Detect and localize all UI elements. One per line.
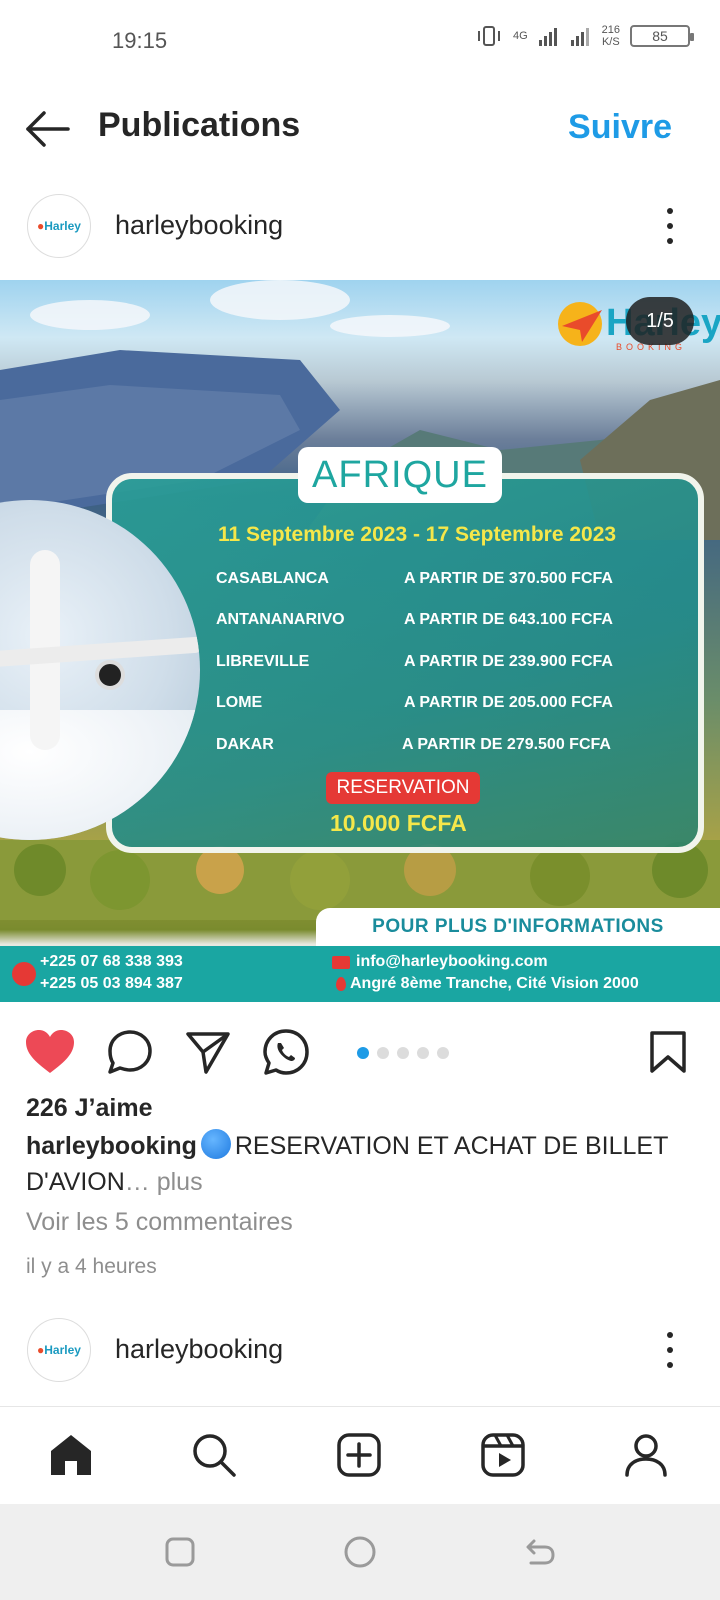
fare-price: A PARTIR DE 205.000 FCFA (404, 694, 613, 711)
back-arrow-icon (26, 111, 70, 147)
send-icon (186, 1032, 230, 1074)
circle-icon (344, 1536, 376, 1568)
back-return-icon (526, 1539, 555, 1565)
promo-title: AFRIQUE (298, 447, 502, 503)
carousel-dot (437, 1047, 449, 1059)
post-username[interactable]: harleybooking (115, 210, 283, 241)
cloud (330, 315, 450, 337)
slide-counter: 1/5 (626, 297, 694, 345)
follow-button[interactable]: Suivre (568, 108, 672, 147)
home-icon (51, 1435, 91, 1475)
network-type: 4G (512, 30, 528, 42)
post-image[interactable]: Harley BOOKING 1/5 AFRIQUE 11 Septembre … (0, 280, 720, 1002)
vibrate-icon (477, 26, 500, 46)
comment-button[interactable] (102, 1024, 158, 1080)
nav-search[interactable] (186, 1427, 242, 1483)
info-strip: POUR PLUS D'INFORMATIONS (316, 908, 720, 946)
fare-price: A PARTIR DE 370.500 FCFA (404, 570, 613, 587)
save-button[interactable] (640, 1024, 696, 1080)
fare-city: LIBREVILLE (216, 653, 310, 670)
caption-username[interactable]: harleybooking (26, 1132, 197, 1160)
avatar-logo: ●Harley (37, 219, 81, 233)
reservation-badge: RESERVATION (326, 772, 480, 804)
status-indicators: 4G 216 K/S 85 (475, 24, 694, 48)
nav-reels[interactable] (475, 1427, 531, 1483)
more-options-button[interactable] (660, 208, 680, 244)
carousel-dot (377, 1047, 389, 1059)
home-system-button[interactable] (340, 1532, 380, 1572)
blue-circle-emoji-icon (200, 1129, 231, 1159)
email-icon (332, 956, 350, 969)
profile-icon (625, 1434, 667, 1477)
street-address: Angré 8ème Tranche, Cité Vision 2000 (350, 975, 639, 992)
post-timestamp: il y a 4 heures (26, 1255, 157, 1278)
fare-price: A PARTIR DE 279.500 FCFA (402, 736, 611, 753)
reservation-price: 10.000 FCFA (330, 810, 467, 836)
avatar-logo: ●Harley (37, 1343, 81, 1357)
more-options-button[interactable] (660, 1332, 680, 1368)
carousel-dot (417, 1047, 429, 1059)
caption-more-link[interactable]: … plus (125, 1168, 203, 1196)
comment-icon (108, 1030, 152, 1074)
location-pin-icon (336, 977, 346, 991)
search-icon (193, 1434, 236, 1477)
square-icon (165, 1537, 195, 1567)
like-count[interactable]: 226 J’aime (26, 1094, 153, 1123)
promo-dates: 11 Septembre 2023 - 17 Septembre 2023 (218, 523, 617, 546)
fare-city: CASABLANCA (216, 570, 329, 587)
avatar[interactable]: ●Harley (27, 194, 91, 258)
whatsapp-share-button[interactable] (258, 1024, 314, 1080)
status-bar: 19:15 4G 216 K/S 85 (0, 0, 720, 80)
fare-city: ANTANANARIVO (216, 611, 345, 628)
avatar[interactable]: ●Harley (27, 1318, 91, 1382)
fare-city: DAKAR (216, 736, 274, 753)
fare-price: A PARTIR DE 643.100 FCFA (404, 611, 613, 628)
recent-apps-button[interactable] (160, 1532, 200, 1572)
phone-number: +225 05 03 894 387 (40, 975, 183, 992)
nav-profile[interactable] (618, 1427, 674, 1483)
phone-icon (12, 962, 36, 986)
nav-create[interactable] (331, 1427, 387, 1483)
signal-icon (538, 28, 557, 46)
post-username[interactable]: harleybooking (115, 1334, 283, 1365)
battery-indicator: 85 (630, 25, 694, 47)
whatsapp-icon (263, 1029, 309, 1075)
status-time: 19:15 (112, 28, 168, 53)
phone-number: +225 07 68 338 393 (40, 953, 183, 970)
more-dot-icon (667, 208, 673, 214)
like-button[interactable] (22, 1024, 78, 1080)
bookmark-icon (650, 1031, 686, 1073)
back-button[interactable] (20, 104, 74, 154)
nav-home[interactable] (43, 1427, 99, 1483)
signal-icon-2 (570, 28, 589, 46)
carousel-indicator (357, 1047, 449, 1059)
carousel-dot (397, 1047, 409, 1059)
post-header: ●Harley harleybooking (0, 180, 720, 272)
post-actions (0, 1024, 720, 1084)
bottom-navigation (0, 1406, 720, 1504)
fare-city: LOME (216, 694, 263, 711)
heart-icon (26, 1030, 74, 1073)
fare-price: A PARTIR DE 239.900 FCFA (404, 653, 613, 670)
carousel-dot (357, 1047, 369, 1059)
next-post-header: ●Harley harleybooking (0, 1304, 720, 1396)
email-address: info@harleybooking.com (356, 953, 548, 970)
share-button[interactable] (180, 1024, 236, 1080)
cloud (30, 300, 150, 330)
page-title: Publications (98, 106, 301, 144)
add-post-icon (337, 1433, 381, 1477)
back-system-button[interactable] (520, 1532, 560, 1572)
cloud (210, 280, 350, 320)
post-caption: harleybooking RESERVATION ET ACHAT DE BIL… (26, 1128, 676, 1200)
contact-bar: +225 07 68 338 393 +225 05 03 894 387 in… (0, 946, 720, 1002)
view-comments-link[interactable]: Voir les 5 commentaires (26, 1208, 293, 1237)
more-dot-icon (667, 1332, 673, 1338)
network-speed: 216 K/S (601, 24, 620, 48)
system-navigation (0, 1504, 720, 1600)
paper-plane-logo-icon (558, 302, 602, 346)
app-header: Publications Suivre (0, 92, 720, 166)
reels-icon (481, 1433, 525, 1477)
